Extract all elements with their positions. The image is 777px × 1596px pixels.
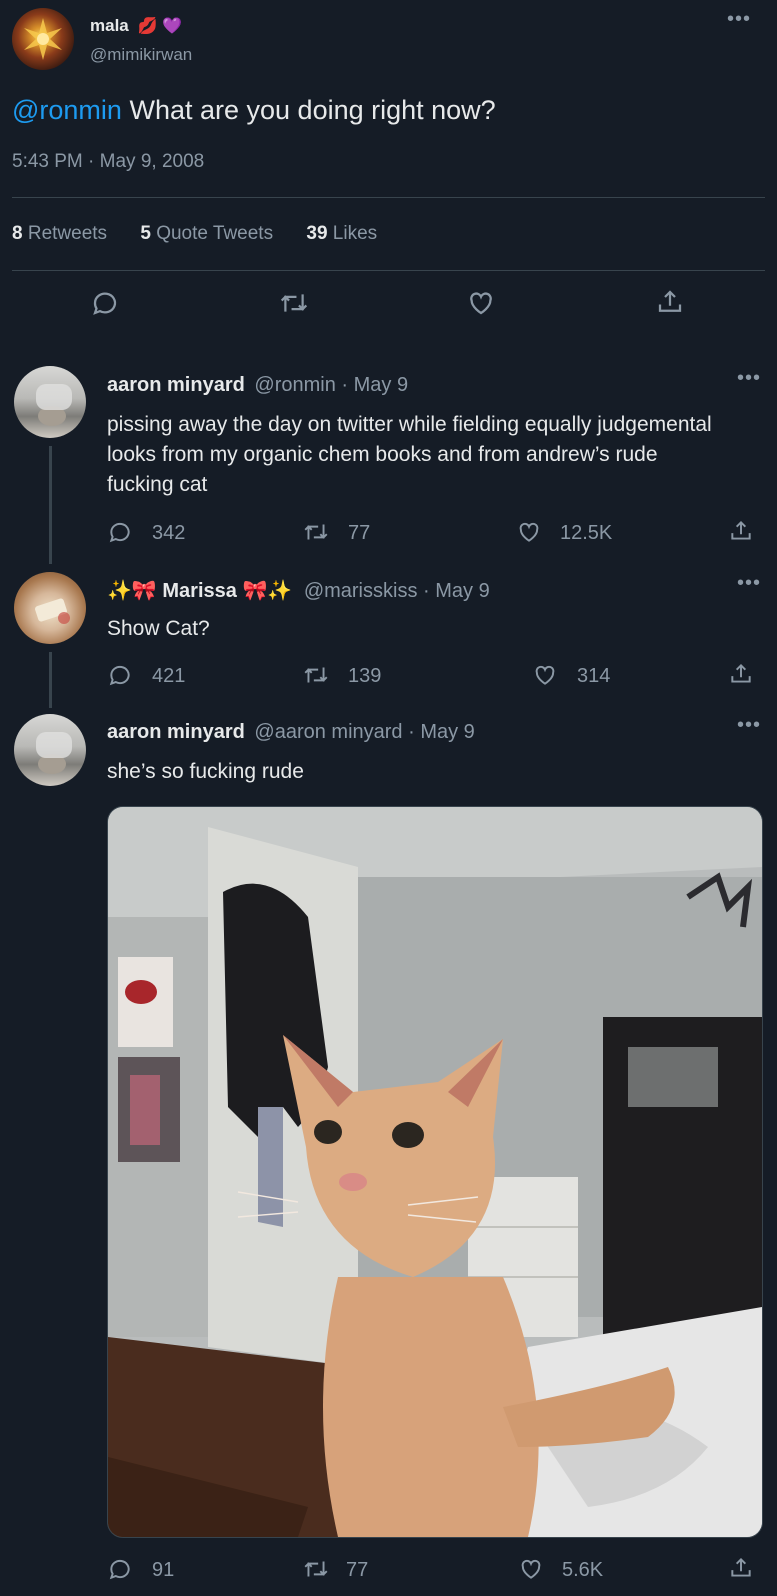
more-icon[interactable]: ••• bbox=[737, 368, 761, 388]
reply-2-date[interactable]: · May 9 bbox=[423, 580, 490, 602]
reply-2-display-name[interactable]: Marissa bbox=[162, 580, 237, 602]
share-icon[interactable] bbox=[728, 1555, 754, 1581]
share-icon[interactable] bbox=[728, 661, 754, 687]
reply-3-retweet-count: 77 bbox=[346, 1559, 369, 1581]
main-tweet-avatar[interactable] bbox=[12, 8, 74, 70]
retweets-stat[interactable]: 8 Retweets bbox=[12, 223, 107, 244]
likes-stat[interactable]: 39 Likes bbox=[306, 223, 377, 244]
retweet-icon[interactable] bbox=[278, 288, 310, 318]
reply-1-retweet-count: 77 bbox=[348, 522, 371, 544]
reply-icon[interactable] bbox=[107, 1556, 133, 1582]
reply-1-header: aaron minyard @ronmin · May 9 bbox=[107, 374, 408, 397]
reply-3-handle[interactable]: @aaron minyard bbox=[254, 721, 402, 743]
heart-icon[interactable] bbox=[532, 662, 558, 688]
reply-2-avatar[interactable] bbox=[14, 572, 86, 644]
main-tweet-stats: 8 Retweets 5 Quote Tweets 39 Likes bbox=[12, 223, 377, 245]
reply-2-retweet-count: 139 bbox=[348, 665, 382, 687]
more-icon[interactable]: ••• bbox=[737, 573, 761, 593]
heart-icon[interactable] bbox=[516, 519, 542, 545]
divider bbox=[12, 197, 765, 198]
reply-3-reply-count: 91 bbox=[152, 1559, 175, 1581]
reply-2-text: Show Cat? bbox=[107, 617, 210, 640]
lips-emoji-icon: 💋 bbox=[137, 18, 158, 35]
reply-2-handle[interactable]: @marisskiss bbox=[304, 580, 418, 602]
reply-2-header: ✨🎀 Marissa 🎀✨ @marisskiss · May 9 bbox=[107, 578, 490, 603]
sparkle-bow-emoji-icon: ✨🎀 bbox=[107, 580, 157, 602]
reply-1-avatar[interactable] bbox=[14, 366, 86, 438]
share-icon[interactable] bbox=[655, 287, 685, 317]
cat-photo-image bbox=[108, 807, 762, 1537]
retweet-icon[interactable] bbox=[302, 519, 330, 545]
reply-icon[interactable] bbox=[107, 662, 133, 688]
main-tweet-display-name[interactable]: mala bbox=[90, 16, 129, 35]
share-icon[interactable] bbox=[728, 518, 754, 544]
main-tweet-body: What are you doing right now? bbox=[129, 95, 496, 125]
reply-1-handle[interactable]: @ronmin bbox=[254, 374, 335, 396]
thread-line bbox=[49, 652, 52, 708]
main-tweet-text: @ronmin What are you doing right now? bbox=[12, 92, 496, 128]
reply-3-header: aaron minyard @aaron minyard · May 9 bbox=[107, 721, 475, 744]
reply-2-reply-count: 421 bbox=[152, 665, 186, 687]
more-icon[interactable]: ••• bbox=[737, 715, 761, 735]
main-tweet-mention-link[interactable]: @ronmin bbox=[12, 95, 122, 125]
reply-3-date[interactable]: · May 9 bbox=[408, 721, 475, 743]
reply-3-avatar[interactable] bbox=[14, 714, 86, 786]
heart-icon[interactable] bbox=[466, 288, 496, 318]
reply-1-date[interactable]: · May 9 bbox=[341, 374, 408, 396]
reply-3-like-count: 5.6K bbox=[562, 1559, 604, 1581]
retweet-icon[interactable] bbox=[302, 662, 330, 688]
reply-3-display-name[interactable]: aaron minyard bbox=[107, 721, 245, 743]
thread-line bbox=[49, 446, 52, 564]
reply-2-like-count: 314 bbox=[577, 665, 611, 687]
reply-1-like-count: 12.5K bbox=[560, 522, 613, 544]
tweet-photo[interactable] bbox=[107, 806, 763, 1538]
main-tweet-handle[interactable]: @mimikirwan bbox=[90, 45, 192, 65]
more-icon[interactable]: ••• bbox=[727, 9, 751, 29]
bow-sparkle-emoji-icon: 🎀✨ bbox=[242, 580, 293, 602]
heart-icon[interactable] bbox=[518, 1556, 544, 1582]
reply-icon[interactable] bbox=[107, 519, 133, 545]
reply-1-text: pissing away the day on twitter while fi… bbox=[107, 413, 712, 496]
retweet-icon[interactable] bbox=[302, 1556, 330, 1582]
reply-icon[interactable] bbox=[90, 288, 120, 318]
reply-1-display-name[interactable]: aaron minyard bbox=[107, 374, 245, 396]
main-tweet-timestamp[interactable]: 5:43 PM · May 9, 2008 bbox=[12, 151, 204, 173]
reply-3-text: she’s so fucking rude bbox=[107, 760, 304, 783]
quote-tweets-stat[interactable]: 5 Quote Tweets bbox=[140, 223, 273, 244]
main-tweet-name-row: mala 💋 💜 bbox=[90, 16, 182, 36]
purple-heart-emoji-icon: 💜 bbox=[162, 18, 183, 35]
divider bbox=[12, 270, 765, 271]
reply-1-reply-count: 342 bbox=[152, 522, 186, 544]
